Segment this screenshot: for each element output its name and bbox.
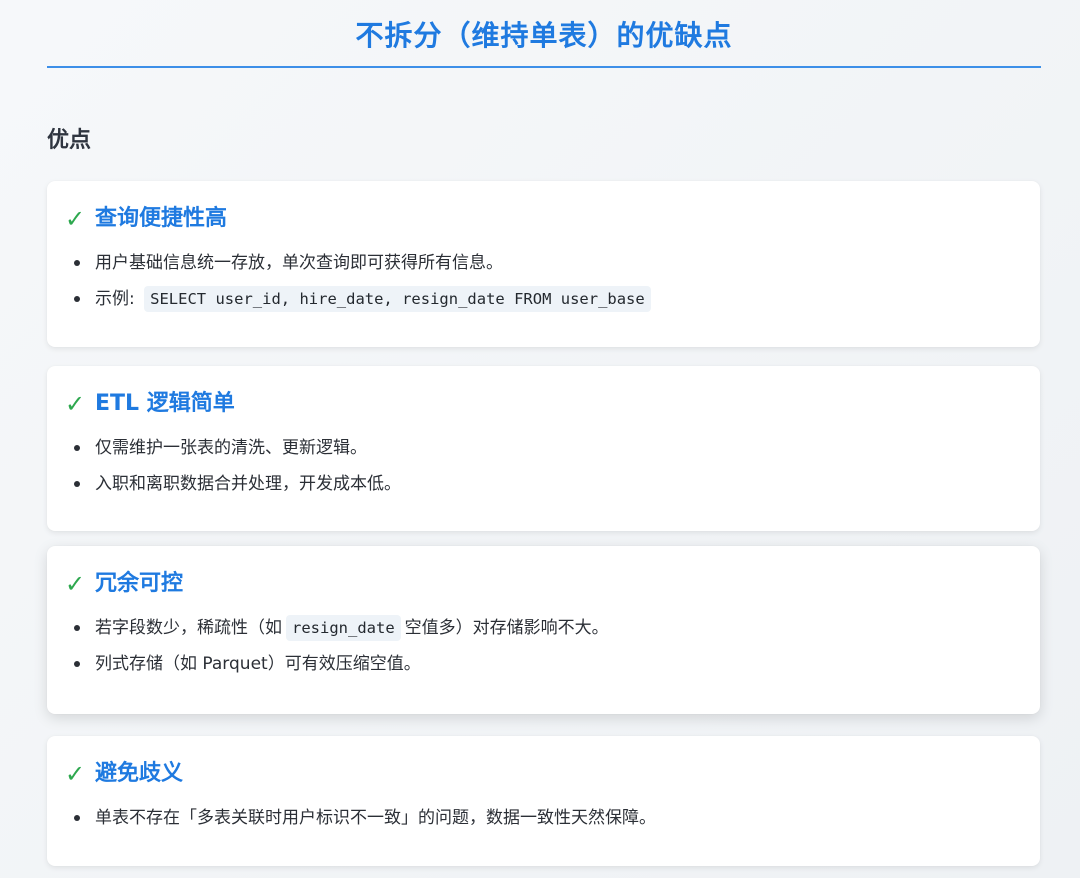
card-title: 查询便捷性高 xyxy=(95,206,228,231)
card-header: ✓ ETL 逻辑简单 xyxy=(65,386,1020,422)
bullet-dot xyxy=(74,296,80,302)
card-etl-simple: ✓ ETL 逻辑简单 仅需维护一张表的清洗、更新逻辑。 入职和离职数据合并处理，… xyxy=(47,366,1040,531)
title-divider xyxy=(47,66,1041,68)
list-item: 示例: SELECT user_id, hire_date, resign_da… xyxy=(65,281,1020,317)
list-item-text: 入职和离职数据合并处理，开发成本低。 xyxy=(95,474,401,494)
page-title: 不拆分（维持单表）的优缺点 xyxy=(355,19,733,52)
card-query-convenience: ✓ 查询便捷性高 用户基础信息统一存放，单次查询即可获得所有信息。 示例: SE… xyxy=(47,181,1040,347)
list-item-text: 用户基础信息统一存放，单次查询即可获得所有信息。 xyxy=(95,253,503,273)
card-header: ✓ 查询便捷性高 xyxy=(65,201,1020,237)
check-icon: ✓ xyxy=(65,570,86,598)
card-title: 冗余可控 xyxy=(95,571,184,596)
card-list: 若字段数少，稀疏性（如 resign_date 空值多）对存储影响不大。 列式存储（… xyxy=(65,610,1020,682)
list-item-prefix: 示例: xyxy=(95,289,141,309)
card-list: 用户基础信息统一存放，单次查询即可获得所有信息。 示例: SELECT user… xyxy=(65,245,1020,317)
card-header: ✓ 避免歧义 xyxy=(65,756,1020,792)
list-item-text: 列式存储（如 Parquet）可有效压缩空值。 xyxy=(95,654,421,674)
card-header: ✓ 冗余可控 xyxy=(65,566,1020,602)
list-item: 若字段数少，稀疏性（如 resign_date 空值多）对存储影响不大。 xyxy=(65,610,1020,646)
card-redundancy-control: ✓ 冗余可控 若字段数少，稀疏性（如 resign_date 空值多）对存储影响不大… xyxy=(47,546,1040,714)
bullet-dot xyxy=(74,815,80,821)
bullet-dot xyxy=(74,445,80,451)
list-item: 用户基础信息统一存放，单次查询即可获得所有信息。 xyxy=(65,245,1020,281)
card-title: 避免歧义 xyxy=(95,761,184,786)
list-item: 单表不存在「多表关联时用户标识不一致」的问题，数据一致性天然保障。 xyxy=(65,800,1020,836)
list-item-text: 单表不存在「多表关联时用户标识不一致」的问题，数据一致性天然保障。 xyxy=(95,808,656,828)
list-item: 列式存储（如 Parquet）可有效压缩空值。 xyxy=(65,646,1020,682)
bullet-dot xyxy=(74,260,80,266)
list-item: 入职和离职数据合并处理，开发成本低。 xyxy=(65,466,1020,502)
list-item-prefix: 若字段数少，稀疏性（如 xyxy=(95,618,282,638)
card-avoid-ambiguity: ✓ 避免歧义 单表不存在「多表关联时用户标识不一致」的问题，数据一致性天然保障。 xyxy=(47,736,1040,866)
bullet-dot xyxy=(74,625,80,631)
check-icon: ✓ xyxy=(65,390,86,418)
card-list: 单表不存在「多表关联时用户标识不一致」的问题，数据一致性天然保障。 xyxy=(65,800,1020,836)
list-item-text: 仅需维护一张表的清洗、更新逻辑。 xyxy=(95,438,367,458)
card-title: ETL 逻辑简单 xyxy=(95,391,235,416)
code-snippet: resign_date xyxy=(286,615,401,641)
card-list: 仅需维护一张表的清洗、更新逻辑。 入职和离职数据合并处理，开发成本低。 xyxy=(65,430,1020,502)
code-snippet: SELECT user_id, hire_date, resign_date F… xyxy=(144,286,651,312)
check-icon: ✓ xyxy=(65,760,86,788)
page: 不拆分（维持单表）的优缺点 优点 ✓ 查询便捷性高 用户基础信息统一存放，单次查… xyxy=(0,0,1080,878)
check-icon: ✓ xyxy=(65,205,86,233)
list-item: 仅需维护一张表的清洗、更新逻辑。 xyxy=(65,430,1020,466)
bullet-dot xyxy=(74,661,80,667)
list-item-suffix: 空值多）对存储影响不大。 xyxy=(404,618,609,638)
bullet-dot xyxy=(74,481,80,487)
section-heading-pros: 优点 xyxy=(47,128,92,153)
